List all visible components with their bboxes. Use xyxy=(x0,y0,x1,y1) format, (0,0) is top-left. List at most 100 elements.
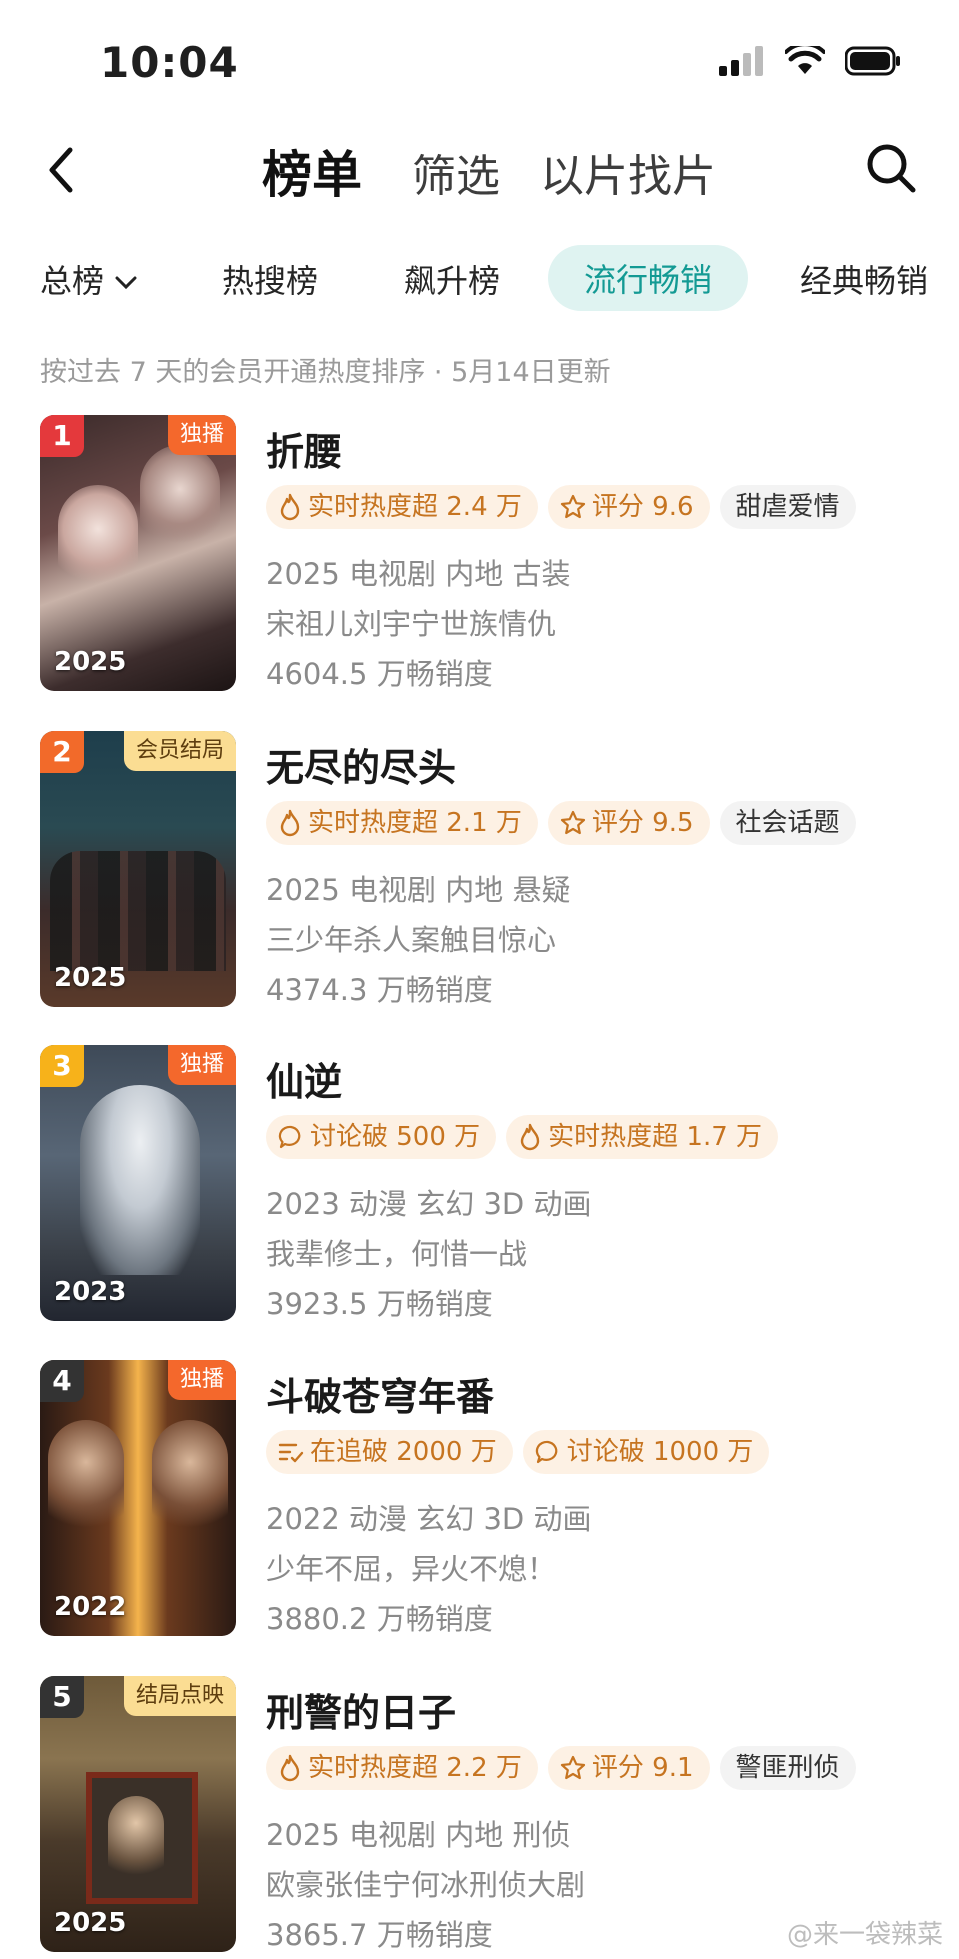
wifi-icon xyxy=(785,46,825,74)
poster-figure xyxy=(108,1796,164,1886)
item-meta: 2022 动漫 玄幻 3D 动画 xyxy=(266,1502,592,1536)
badge-row: 在追破 2000 万 讨论破 1000 万 xyxy=(266,1430,770,1474)
poster-year: 2023 xyxy=(54,1277,127,1307)
item-tagline: 少年不屈，异火不熄！ xyxy=(266,1552,557,1586)
item-sales: 3923.5 万畅销度 xyxy=(266,1287,493,1321)
item-tagline: 三少年杀人案触目惊心 xyxy=(266,923,557,957)
tab-rankings[interactable]: 榜单 xyxy=(262,135,362,207)
item-meta: 2025 电视剧 内地 刑侦 xyxy=(266,1818,571,1852)
filter-overall-label: 总榜 xyxy=(40,262,105,300)
poster-year: 2022 xyxy=(54,1592,127,1622)
following-badge: 在追破 2000 万 xyxy=(266,1430,513,1474)
rank-badge: 4 xyxy=(40,1360,84,1402)
filter-hot-search[interactable]: 热搜榜 xyxy=(222,256,318,302)
ranking-filter-bar: 总榜 热搜榜 飙升榜 流行畅销 经典畅销 xyxy=(0,238,959,318)
genre-badge: 甜虐爱情 xyxy=(719,485,856,529)
discussion-badge: 讨论破 500 万 xyxy=(266,1115,497,1159)
rating-badge-text: 评分 9.1 xyxy=(591,1753,694,1783)
genre-badge: 警匪刑侦 xyxy=(719,1746,856,1790)
item-sales: 3880.2 万畅销度 xyxy=(266,1602,493,1636)
back-arrow-icon[interactable] xyxy=(42,140,82,200)
chat-icon xyxy=(278,1125,301,1149)
ranking-description: 按过去 7 天的会员开通热度排序 · 5月14日更新 xyxy=(40,357,611,388)
poster-figure xyxy=(48,1420,124,1540)
star-icon xyxy=(560,1755,585,1780)
chevron-down-icon xyxy=(115,276,137,290)
poster-image: 5 结局点映 2025 xyxy=(40,1676,236,1952)
filter-rising[interactable]: 飙升榜 xyxy=(404,256,500,302)
heat-badge-text: 实时热度超 2.4 万 xyxy=(308,492,522,522)
item-meta: 2025 电视剧 内地 古装 xyxy=(266,557,571,591)
following-badge-text: 在追破 2000 万 xyxy=(310,1437,497,1467)
search-icon[interactable] xyxy=(861,138,921,198)
poster-image: 3 独播 2023 xyxy=(40,1045,236,1321)
discussion-badge: 讨论破 1000 万 xyxy=(522,1430,770,1474)
top-nav: 榜单 筛选 以片找片 xyxy=(0,120,959,220)
status-bar: 10:04 xyxy=(0,0,959,120)
discussion-badge-text: 讨论破 500 万 xyxy=(310,1122,481,1152)
item-meta: 2023 动漫 玄幻 3D 动画 xyxy=(266,1187,592,1221)
heat-badge: 实时热度超 1.7 万 xyxy=(506,1115,779,1159)
poster-image: 1 独播 2025 xyxy=(40,415,236,691)
badge-row: 实时热度超 2.4 万 评分 9.6 甜虐爱情 xyxy=(266,485,856,529)
rating-badge-text: 评分 9.5 xyxy=(591,808,694,838)
poster-figure xyxy=(58,485,138,595)
item-title: 无尽的尽头 xyxy=(266,746,457,790)
flame-icon xyxy=(520,1123,540,1151)
poster-year: 2025 xyxy=(54,647,127,677)
item-title: 斗破苍穹年番 xyxy=(266,1375,495,1419)
item-meta: 2025 电视剧 内地 悬疑 xyxy=(266,873,571,907)
item-title: 折腰 xyxy=(266,430,343,474)
genre-badge: 社会话题 xyxy=(719,801,856,845)
exclusive-tag: 独播 xyxy=(167,415,236,455)
rating-badge: 评分 9.1 xyxy=(547,1746,710,1790)
item-tagline: 欧豪张佳宁何冰刑侦大剧 xyxy=(266,1868,586,1902)
member-finale-tag: 会员结局 xyxy=(123,731,236,771)
poster-year: 2025 xyxy=(54,1908,127,1938)
badge-row: 实时热度超 2.2 万 评分 9.1 警匪刑侦 xyxy=(266,1746,856,1790)
list-check-icon xyxy=(278,1443,304,1463)
discussion-badge-text: 讨论破 1000 万 xyxy=(566,1437,754,1467)
poster-figure xyxy=(140,445,220,555)
item-sales: 3865.7 万畅销度 xyxy=(266,1918,493,1952)
ranking-item[interactable]: 1 独播 2025 折腰 实时热度超 2.4 万 评分 9.6 甜虐爱情 202… xyxy=(40,415,940,695)
tab-filter[interactable]: 筛选 xyxy=(412,140,500,204)
item-title: 仙逆 xyxy=(266,1060,343,1104)
poster-figure xyxy=(50,851,226,971)
exclusive-tag: 独播 xyxy=(167,1360,236,1400)
filter-overall[interactable]: 总榜 xyxy=(40,256,138,302)
ranking-item[interactable]: 4 独播 2022 斗破苍穹年番 在追破 2000 万 讨论破 1000 万 2… xyxy=(40,1360,940,1640)
ranking-item[interactable]: 3 独播 2023 仙逆 讨论破 500 万 实时热度超 1.7 万 2023 … xyxy=(40,1045,940,1325)
status-time: 10:04 xyxy=(100,38,239,87)
star-icon xyxy=(560,494,585,519)
battery-icon xyxy=(845,46,900,76)
heat-badge: 实时热度超 2.4 万 xyxy=(266,485,538,529)
badge-row: 讨论破 500 万 实时热度超 1.7 万 xyxy=(266,1115,779,1159)
cellular-signal-icon xyxy=(719,46,763,76)
rating-badge-text: 评分 9.6 xyxy=(591,492,694,522)
rating-badge: 评分 9.5 xyxy=(547,801,710,845)
item-tagline: 我辈修士，何惜一战 xyxy=(266,1237,528,1271)
heat-badge-text: 实时热度超 2.2 万 xyxy=(308,1753,522,1783)
poster-figure xyxy=(80,1085,200,1275)
watermark: @来一袋辣菜 xyxy=(786,1920,943,1950)
item-title: 刑警的日子 xyxy=(266,1691,457,1735)
rank-badge: 3 xyxy=(40,1045,84,1087)
rank-badge: 2 xyxy=(40,731,84,773)
filter-popular-bestseller[interactable]: 流行畅销 xyxy=(548,245,749,311)
tab-find-by-clip[interactable]: 以片找片 xyxy=(540,140,716,204)
item-tagline: 宋祖儿刘宇宁世族情仇 xyxy=(266,607,557,641)
rank-badge: 1 xyxy=(40,415,84,457)
heat-badge: 实时热度超 2.1 万 xyxy=(266,801,538,845)
status-icons xyxy=(719,46,901,76)
flame-icon xyxy=(280,809,300,837)
filter-classic-bestseller[interactable]: 经典畅销 xyxy=(800,256,928,302)
ranking-item[interactable]: 2 会员结局 2025 无尽的尽头 实时热度超 2.1 万 评分 9.5 社会话… xyxy=(40,731,940,1011)
heat-badge-text: 实时热度超 1.7 万 xyxy=(548,1122,763,1152)
exclusive-tag: 独播 xyxy=(167,1045,236,1085)
flame-icon xyxy=(280,493,300,521)
poster-figure xyxy=(152,1420,228,1540)
item-sales: 4604.5 万畅销度 xyxy=(266,657,493,691)
rank-badge: 5 xyxy=(40,1676,84,1718)
poster-image: 2 会员结局 2025 xyxy=(40,731,236,1007)
